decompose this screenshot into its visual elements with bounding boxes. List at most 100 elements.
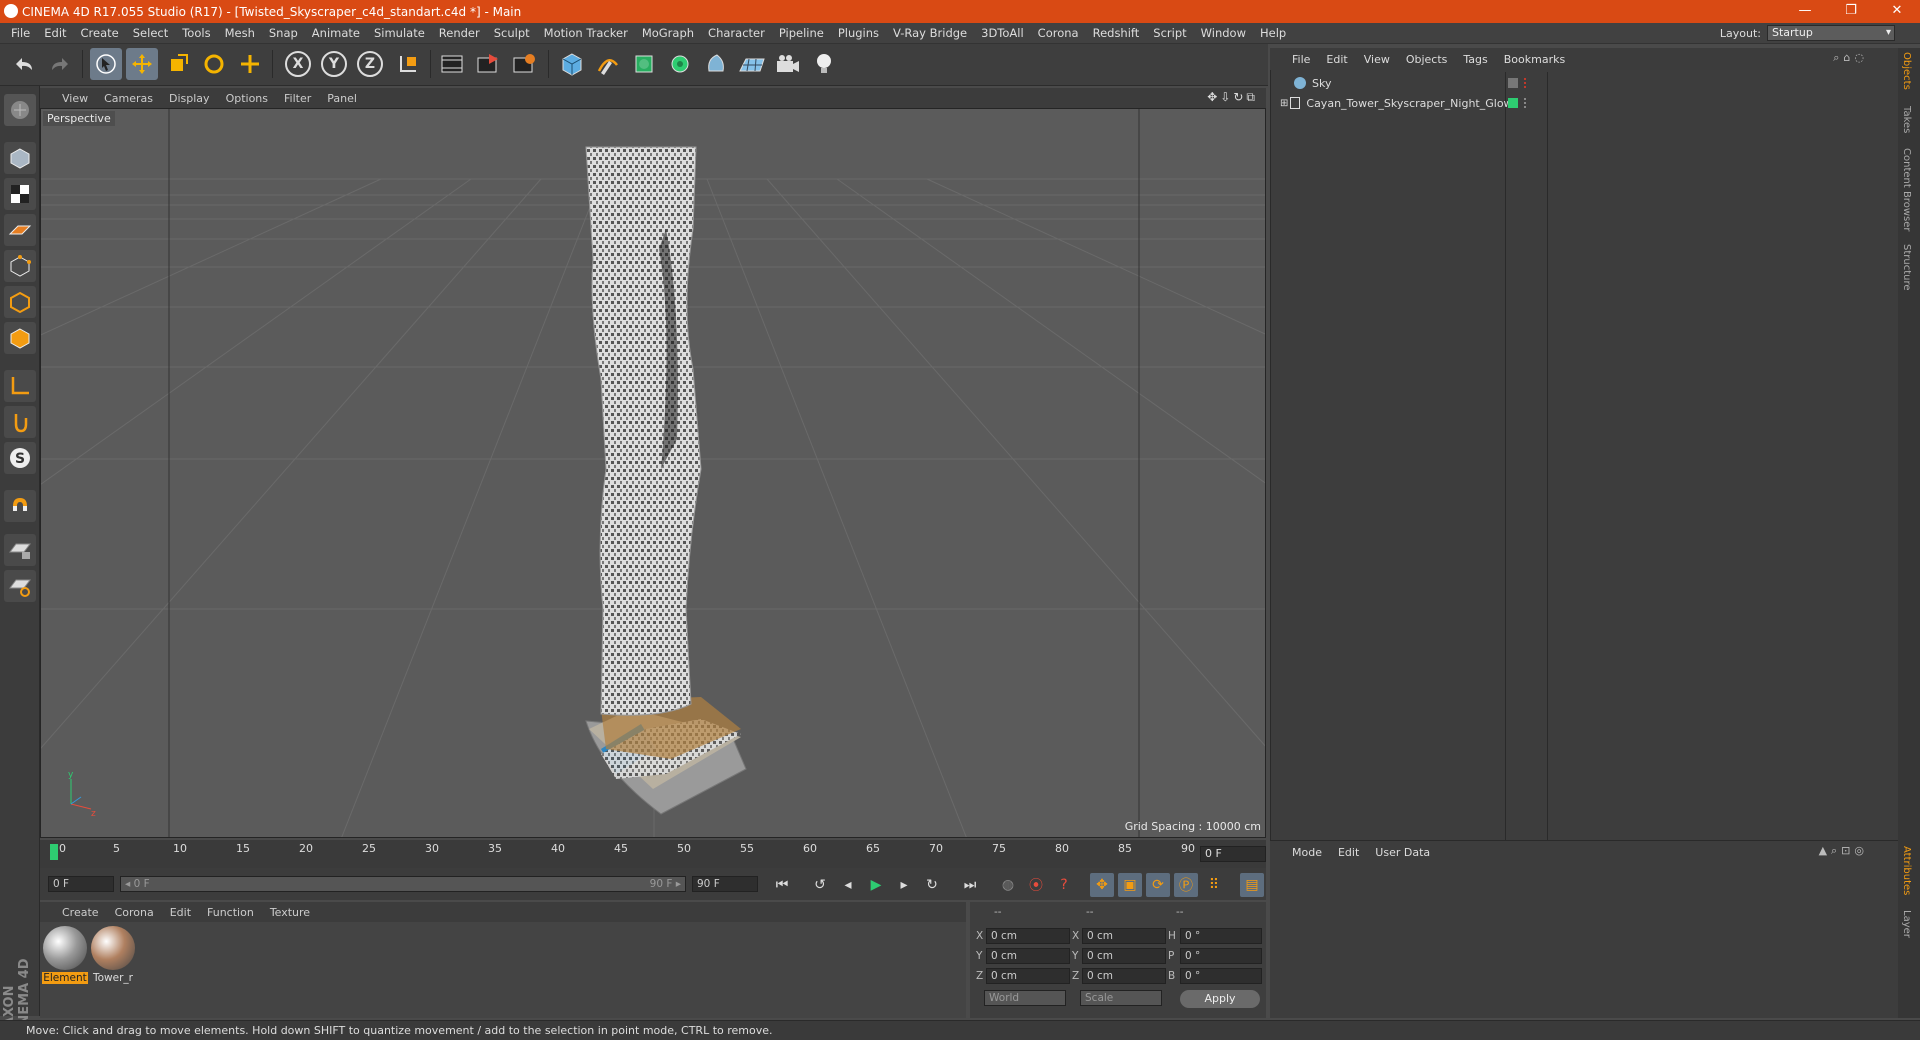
apply-button[interactable]: Apply: [1180, 990, 1260, 1008]
viewport-camera-label[interactable]: Perspective: [43, 111, 115, 126]
timeline-ruler[interactable]: 0 5 10 15 20 25 30 35 40 45 50 55 60 65 …: [50, 842, 1195, 864]
menu-tools[interactable]: Tools: [175, 26, 217, 40]
menu-mograph[interactable]: MoGraph: [635, 26, 701, 40]
position-x-field[interactable]: 0 cm: [986, 928, 1070, 944]
render-dots-icon[interactable]: [1524, 78, 1528, 88]
tab-content-browser[interactable]: Content Browser: [1901, 148, 1912, 231]
key-scale-icon[interactable]: ▣: [1118, 873, 1142, 897]
cloner-icon[interactable]: [664, 48, 696, 80]
layout-dropdown[interactable]: Startup: [1767, 25, 1895, 41]
size-y-field[interactable]: 0 cm: [1082, 948, 1166, 964]
size-z-field[interactable]: 0 cm: [1082, 968, 1166, 984]
material-menu-texture[interactable]: Texture: [262, 906, 318, 919]
viewport-menu-display[interactable]: Display: [161, 92, 218, 105]
snap-icon[interactable]: S: [4, 442, 36, 474]
autokey-icon[interactable]: ⦿: [1024, 873, 1048, 897]
magnet-icon[interactable]: [4, 490, 36, 522]
rotation-b-field[interactable]: 0 °: [1180, 968, 1262, 984]
go-to-end-icon[interactable]: ⏭: [958, 873, 982, 897]
tweak-mode-icon[interactable]: [4, 406, 36, 438]
texture-mode-icon[interactable]: [4, 178, 36, 210]
key-rotation-icon[interactable]: ⟳: [1146, 873, 1170, 897]
playhead-marker[interactable]: [50, 844, 58, 860]
render-view-icon[interactable]: [436, 48, 468, 80]
skyscraper-model[interactable]: [585, 146, 747, 815]
menu-snap[interactable]: Snap: [262, 26, 305, 40]
object-menu-edit[interactable]: Edit: [1318, 53, 1355, 66]
material-menu-corona[interactable]: Corona: [107, 906, 162, 919]
workplane-lock-icon[interactable]: [4, 534, 36, 566]
close-button[interactable]: ✕: [1874, 0, 1920, 23]
material-menu-edit[interactable]: Edit: [162, 906, 199, 919]
key-parameter-icon[interactable]: Ⓟ: [1174, 873, 1198, 897]
current-frame-field[interactable]: 0 F: [1200, 846, 1266, 862]
scale-tool-icon[interactable]: [162, 48, 194, 80]
keyframe-selection-icon[interactable]: ?: [1052, 873, 1076, 897]
deformer-icon[interactable]: [700, 48, 732, 80]
menu-3dtoall[interactable]: 3DToAll: [974, 26, 1031, 40]
menu-sculpt[interactable]: Sculpt: [487, 26, 537, 40]
coordinate-system-icon[interactable]: [392, 48, 424, 80]
x-axis-lock-button[interactable]: X: [282, 48, 314, 80]
workplane-axis-icon[interactable]: [4, 570, 36, 602]
attribute-menu-mode[interactable]: Mode: [1284, 846, 1330, 859]
material-menu-function[interactable]: Function: [199, 906, 262, 919]
subdivision-surface-icon[interactable]: [628, 48, 660, 80]
tab-objects[interactable]: Objects: [1901, 52, 1912, 90]
render-settings-icon[interactable]: [508, 48, 540, 80]
end-frame-field[interactable]: 90 F: [692, 876, 758, 892]
object-row[interactable]: ⊞ Cayan_Tower_Skyscraper_Night_Glow: [1280, 94, 1526, 112]
material-swatch[interactable]: Element: [42, 926, 88, 984]
menu-plugins[interactable]: Plugins: [831, 26, 886, 40]
menu-pipeline[interactable]: Pipeline: [772, 26, 831, 40]
viewport-nav-icons[interactable]: ✥⇩↻⧉: [1207, 90, 1258, 105]
expand-icon[interactable]: ⊞: [1280, 98, 1288, 109]
menu-redshift[interactable]: Redshift: [1086, 26, 1147, 40]
attribute-menu-user-data[interactable]: User Data: [1367, 846, 1438, 859]
light-icon[interactable]: [808, 48, 840, 80]
previous-frame-icon[interactable]: ◂: [836, 873, 860, 897]
maximize-button[interactable]: ❐: [1828, 0, 1874, 23]
object-menu-view[interactable]: View: [1356, 53, 1398, 66]
menu-script[interactable]: Script: [1146, 26, 1193, 40]
size-x-field[interactable]: 0 cm: [1082, 928, 1166, 944]
previous-key-icon[interactable]: ↺: [808, 873, 832, 897]
rotation-p-field[interactable]: 0 °: [1180, 948, 1262, 964]
timeline-window-icon[interactable]: ▤: [1240, 873, 1264, 897]
menu-file[interactable]: File: [4, 26, 37, 40]
camera-icon[interactable]: [772, 48, 804, 80]
menu-window[interactable]: Window: [1194, 26, 1253, 40]
record-keys-icon[interactable]: ◍: [996, 873, 1020, 897]
menu-edit[interactable]: Edit: [37, 26, 73, 40]
object-menu-file[interactable]: File: [1284, 53, 1318, 66]
y-axis-lock-button[interactable]: Y: [318, 48, 350, 80]
material-menu-create[interactable]: Create: [54, 906, 107, 919]
redo-button[interactable]: [44, 48, 76, 80]
object-menu-objects[interactable]: Objects: [1398, 53, 1456, 66]
position-z-field[interactable]: 0 cm: [986, 968, 1070, 984]
next-frame-icon[interactable]: ▸: [892, 873, 916, 897]
move-tool-icon[interactable]: [126, 48, 158, 80]
tab-structure[interactable]: Structure: [1901, 244, 1912, 291]
cube-object-icon[interactable]: [556, 48, 588, 80]
visibility-icon[interactable]: [1508, 78, 1518, 88]
make-editable-icon[interactable]: [4, 94, 36, 126]
object-search-icons[interactable]: ⌕⌂◌: [1833, 51, 1868, 65]
object-menu-tags[interactable]: Tags: [1455, 53, 1495, 66]
points-mode-icon[interactable]: [4, 250, 36, 282]
undo-button[interactable]: [8, 48, 40, 80]
material-swatch[interactable]: Tower_r: [90, 926, 136, 984]
layer-color-icon[interactable]: [1508, 98, 1518, 108]
perspective-viewport[interactable]: y z Perspective Grid Spacing : 10000 cm: [40, 108, 1266, 838]
menu-render[interactable]: Render: [432, 26, 487, 40]
play-icon[interactable]: ▶: [864, 873, 888, 897]
position-y-field[interactable]: 0 cm: [986, 948, 1070, 964]
render-to-picture-viewer-icon[interactable]: [472, 48, 504, 80]
start-frame-field[interactable]: 0 F: [48, 876, 114, 892]
floor-object-icon[interactable]: [736, 48, 768, 80]
menu-animate[interactable]: Animate: [305, 26, 367, 40]
menu-corona[interactable]: Corona: [1031, 26, 1086, 40]
viewport-menu-filter[interactable]: Filter: [276, 92, 319, 105]
edges-mode-icon[interactable]: [4, 286, 36, 318]
menu-character[interactable]: Character: [701, 26, 772, 40]
